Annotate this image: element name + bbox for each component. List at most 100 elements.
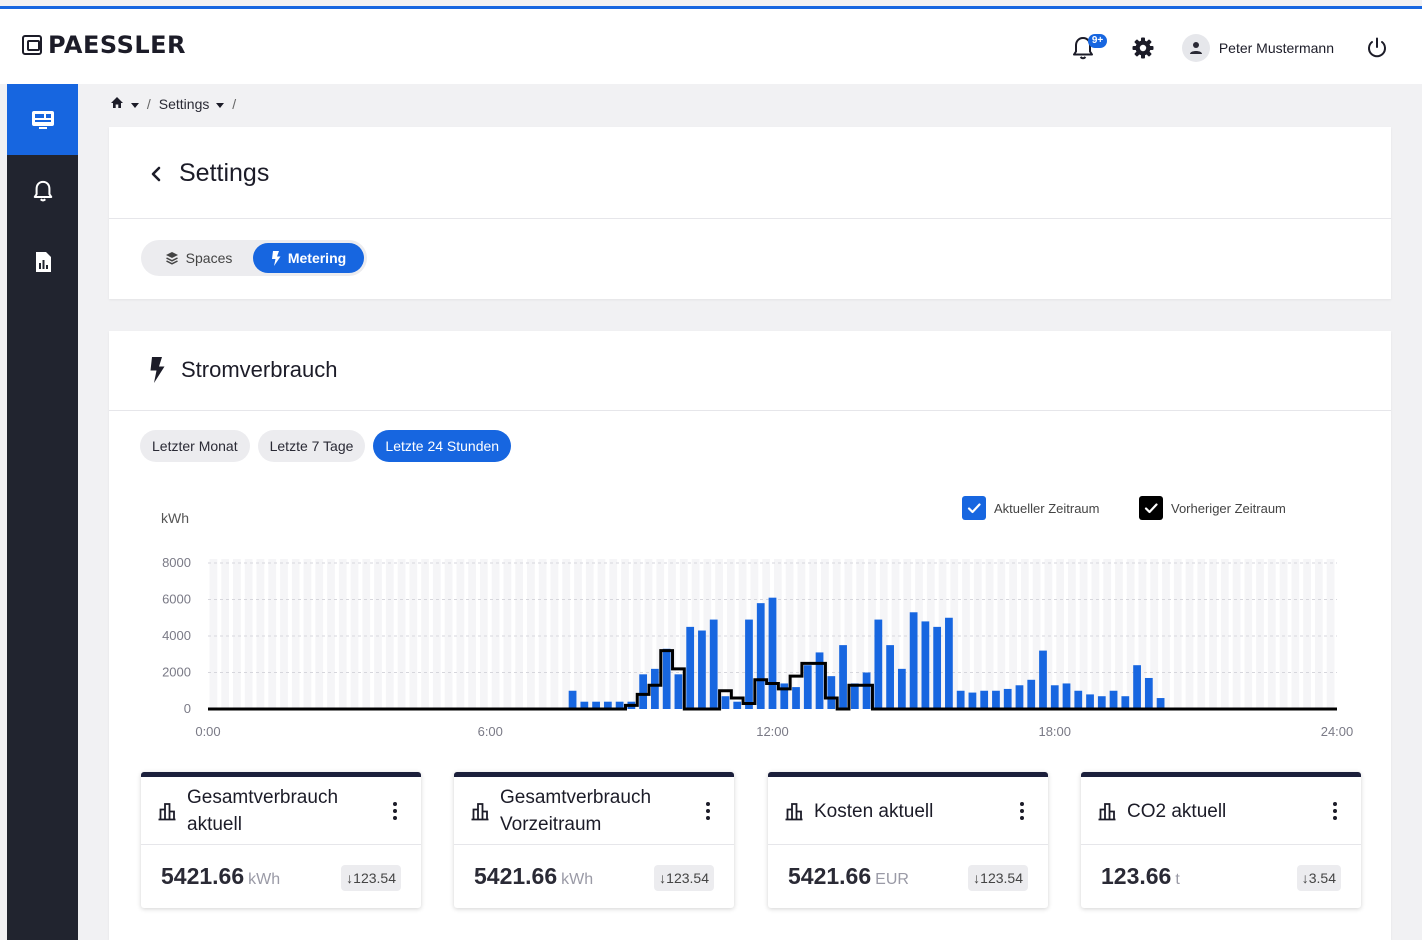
data-bar [1050,685,1059,709]
grid-column [327,559,335,709]
kpi-unit: kWh [561,871,594,888]
logo-text: PAESSLER [48,31,187,59]
grid-column [1256,559,1264,709]
grid-column [350,559,359,709]
tab-spaces[interactable]: Spaces [144,243,253,273]
x-tick-label: 24:00 [1321,724,1354,739]
top-actions: 9+ Peter Mustermann [1068,31,1392,65]
data-bar [674,674,683,709]
data-bar [698,630,706,709]
grid-column [621,559,629,709]
grid-column [1314,559,1323,709]
chevron-down-icon [130,102,139,108]
grid-column [280,559,288,709]
kpi-card-total-current: Gesamtverbrauch aktuell 5421.66 kWh ↓ 123.… [141,772,421,908]
data-bar [803,665,812,709]
kpi-title: CO2 aktuell [1127,800,1227,822]
logout-button[interactable] [1362,33,1392,63]
grid-column [1162,559,1170,709]
grid-column [491,559,500,709]
data-bar [968,692,977,709]
y-axis-label: kWh [161,510,189,526]
y-tick-label: 8000 [162,555,191,570]
data-bar [1121,696,1130,709]
more-menu-button[interactable] [1325,797,1345,825]
arrow-down-icon: ↓ [346,870,354,886]
sidebar-item-alerts[interactable] [7,155,78,226]
notifications-button[interactable]: 9+ [1068,33,1108,63]
grid-column [585,559,594,709]
divider [109,218,1391,219]
grid-column [244,559,253,709]
data-bar [897,668,906,709]
settings-button[interactable] [1128,33,1158,63]
notification-badge: 9+ [1087,34,1108,48]
data-bar [874,619,883,709]
kpi-unit: EUR [875,871,909,888]
data-bar [815,652,824,709]
breadcrumb: / Settings / [110,96,236,112]
data-bar [1039,650,1047,709]
kpi-delta: ↓ 3.54 [1296,865,1341,891]
home-breadcrumb[interactable] [110,96,139,112]
grid-column [1232,559,1241,709]
user-menu[interactable]: Peter Mustermann [1181,34,1334,62]
data-bar [1144,677,1153,709]
data-bar [662,648,671,709]
data-bar [886,645,894,709]
sidebar-item-dashboard[interactable] [7,84,78,155]
data-bar [686,626,695,709]
more-menu-button[interactable] [385,797,405,825]
tab-metering[interactable]: Metering [253,243,364,273]
user-name: Peter Mustermann [1218,40,1334,56]
x-tick-label: 6:00 [478,724,503,739]
settings-card: Settings Spaces Metering [109,127,1391,299]
tab-metering-label: Metering [287,250,347,266]
kpi-delta: ↓ 123.54 [968,865,1028,891]
sidebar-item-reports[interactable] [7,226,78,297]
grid-column [444,559,453,709]
grid-column [315,559,324,709]
grid-column [550,559,559,709]
layers-icon [165,252,178,265]
gear-icon [1132,37,1154,59]
kpi-value: 123.66 [1101,863,1172,889]
page-title-text: Settings [179,159,270,187]
data-bar [756,603,765,709]
divider [768,844,1048,845]
bell-icon [33,180,52,201]
data-bar [827,676,836,709]
tab-spaces-label: Spaces [185,250,233,266]
data-bar [1109,690,1118,709]
grid-column [973,559,982,709]
kpi-value: 5421.66 [161,863,245,889]
more-menu-button[interactable] [1012,797,1032,825]
back-chevron-icon[interactable] [149,165,163,183]
sidebar [7,84,78,940]
logo[interactable]: PAESSLER [22,31,186,59]
grid-column [985,559,994,709]
building-icon [785,803,803,821]
grid-column [397,559,406,709]
data-bar [956,690,965,709]
grid-column [256,559,265,709]
grid-column [209,559,218,709]
grid-column [527,559,535,709]
grid-column [409,559,418,709]
grid-column [291,559,300,709]
data-bar [780,683,789,709]
more-vertical-icon [706,802,710,820]
grid-column [374,559,382,709]
arrow-down-icon: ↓ [1301,870,1309,886]
more-menu-button[interactable] [698,797,718,825]
grid-column [503,559,512,709]
data-bar [862,672,871,709]
kpi-title: Gesamtverbrauch Vorzeitraum [500,787,652,835]
grid-column [562,559,571,709]
x-tick-label: 12:00 [756,724,789,739]
breadcrumb-settings-label: Settings [158,96,210,112]
grid-column [303,559,312,709]
breadcrumb-settings[interactable]: Settings [158,96,225,112]
x-tick-label: 18:00 [1038,724,1071,739]
more-vertical-icon [393,802,397,820]
